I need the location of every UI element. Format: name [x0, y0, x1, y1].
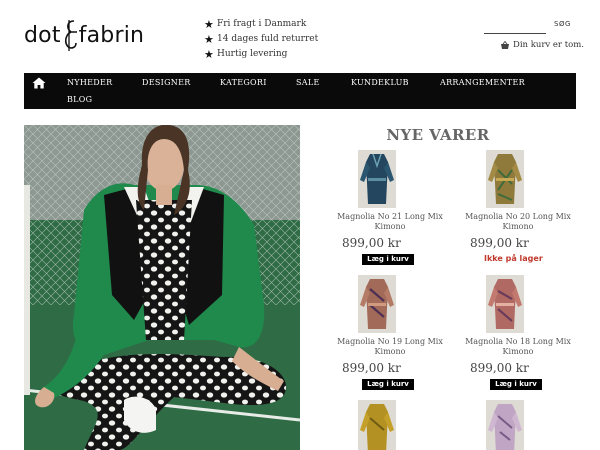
search-input[interactable]	[484, 20, 546, 34]
cart-status: Din kurv er tom.	[513, 40, 584, 50]
product-image[interactable]	[358, 150, 396, 208]
nav-item-arrangementer[interactable]: ARRANGEMENTER	[440, 78, 525, 87]
home-icon[interactable]	[32, 77, 46, 89]
add-to-cart-button[interactable]: Læg i kurv	[362, 379, 414, 390]
out-of-stock-label: Ikke på lager	[484, 254, 543, 263]
main-navigation: NYHEDER DESIGNER KATEGORI SALE KUNDEKLUB…	[24, 73, 576, 109]
product-name[interactable]: Magnolia No 18 Long Mix Kimono	[460, 337, 576, 357]
kimono-image	[358, 400, 396, 450]
product-price: 899,00 kr	[342, 236, 401, 250]
kimono-image	[486, 150, 524, 208]
hero-photo	[24, 125, 300, 450]
add-to-cart-button[interactable]: Læg i kurv	[490, 379, 542, 390]
product-price: 899,00 kr	[470, 361, 529, 375]
product-name[interactable]: Magnolia No 20 Long Mix Kimono	[460, 212, 576, 232]
usp-item: ★ 14 dages fuld returret	[204, 32, 318, 47]
nav-item-designer[interactable]: DESIGNER	[142, 78, 191, 87]
kimono-image	[486, 400, 524, 450]
cart-link[interactable]: Din kurv er tom.	[500, 40, 584, 50]
product-image[interactable]	[486, 150, 524, 208]
kimono-image	[486, 275, 524, 333]
brand-logo[interactable]: dot fabrin	[24, 18, 144, 52]
hero-banner-image[interactable]	[24, 125, 300, 450]
product-name[interactable]: Magnolia No 19 Long Mix Kimono	[332, 337, 448, 357]
ampersand-logo-icon	[64, 20, 77, 51]
star-icon: ★	[204, 48, 214, 61]
add-to-cart-button[interactable]: Læg i kurv	[362, 254, 414, 265]
product-image[interactable]	[358, 275, 396, 333]
kimono-image	[358, 275, 396, 333]
usp-list: ★ Fri fragt i Danmark ★ 14 dages fuld re…	[204, 17, 318, 62]
nav-item-sale[interactable]: SALE	[296, 78, 320, 87]
product-image[interactable]	[486, 275, 524, 333]
search-button[interactable]: SØG	[554, 20, 571, 28]
nav-item-blog[interactable]: BLOG	[67, 95, 92, 104]
product-image[interactable]	[486, 400, 524, 450]
nav-item-nyheder[interactable]: NYHEDER	[67, 78, 112, 87]
logo-word-left: dot	[24, 22, 61, 48]
kimono-image	[358, 150, 396, 208]
usp-item: ★ Fri fragt i Danmark	[204, 17, 318, 32]
star-icon: ★	[204, 33, 214, 46]
product-name[interactable]: Magnolia No 21 Long Mix Kimono	[332, 212, 448, 232]
product-image[interactable]	[358, 400, 396, 450]
logo-word-right: fabrin	[78, 22, 145, 48]
product-price: 899,00 kr	[470, 236, 529, 250]
usp-item: ★ Hurtig levering	[204, 47, 318, 62]
usp-text: Hurtig levering	[217, 49, 288, 59]
section-title-new-arrivals: NYE VARER	[386, 126, 490, 144]
nav-item-kundeklub[interactable]: KUNDEKLUB	[351, 78, 409, 87]
product-price: 899,00 kr	[342, 361, 401, 375]
usp-text: 14 dages fuld returret	[217, 34, 319, 44]
star-icon: ★	[204, 18, 214, 31]
basket-icon	[501, 40, 509, 49]
usp-text: Fri fragt i Danmark	[217, 19, 307, 29]
nav-item-kategori[interactable]: KATEGORI	[220, 78, 267, 87]
